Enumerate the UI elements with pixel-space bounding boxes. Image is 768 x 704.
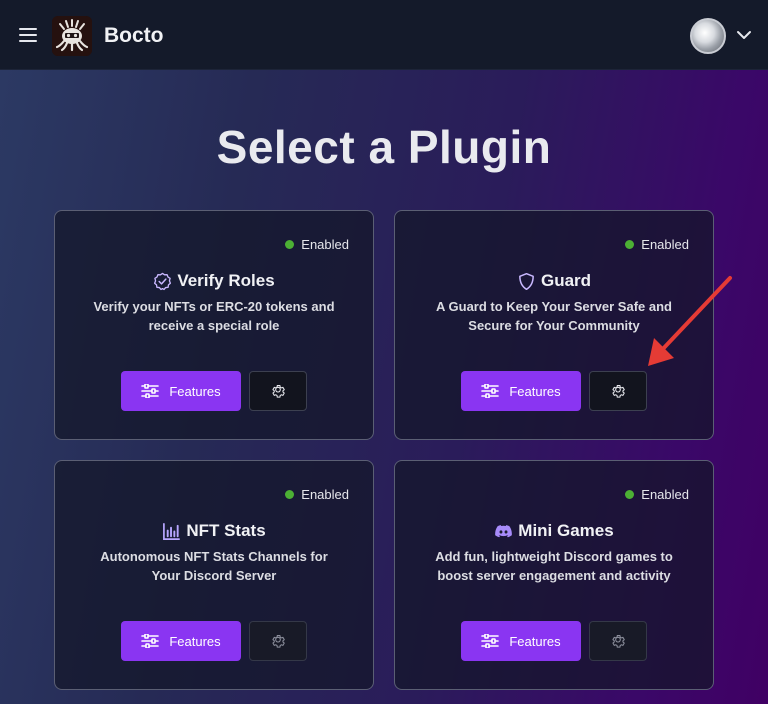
status-badge: Enabled [625,237,689,252]
features-button-label: Features [509,633,561,649]
hamburger-menu-icon[interactable] [19,28,37,42]
features-button-label: Features [169,383,221,399]
bar-chart-icon [163,522,181,540]
plugin-card-nft-stats: Enabled NFT Stats Autonomous NFT Stats C… [54,460,374,690]
sliders-icon [141,634,160,648]
check-badge-icon [154,272,172,290]
settings-button[interactable] [249,371,307,411]
gear-icon [272,385,285,398]
page-title: Select a Plugin [216,121,552,173]
status-dot [285,490,295,499]
plugin-description: Verify your NFTs or ERC-20 tokens and re… [93,299,335,333]
plugin-description: Add fun, lightweight Discord games to bo… [435,549,673,583]
plugin-title: Guard [395,271,713,291]
plugin-title: Verify Roles [55,271,373,291]
sliders-icon [481,384,500,398]
settings-button[interactable] [249,621,307,661]
plugin-title: NFT Stats [55,521,373,541]
status-dot [625,490,635,499]
features-button[interactable]: Features [121,621,241,661]
plugin-description: A Guard to Keep Your Server Safe and Sec… [436,299,672,333]
octopus-logo-icon [52,16,92,56]
status-badge: Enabled [285,237,349,252]
top-bar: Bocto [0,0,768,70]
plugin-name: NFT Stats [186,521,266,540]
gear-icon [612,385,625,398]
plugin-card-mini-games: Enabled Mini Games Add fun, lightweight … [394,460,714,690]
plugin-card-guard: Enabled Guard A Guard to Keep Your Serve… [394,210,714,440]
gear-icon [612,635,625,648]
discord-icon [495,524,513,537]
features-button-label: Features [169,633,221,649]
sliders-icon [481,634,500,648]
sliders-icon [141,384,160,398]
status-dot [625,240,635,249]
settings-button[interactable] [589,621,647,661]
status-dot [285,240,295,249]
bocto-logo[interactable] [52,16,92,56]
chevron-down-icon[interactable] [736,27,752,43]
shield-icon [519,272,534,290]
plugin-description: Autonomous NFT Stats Channels for Your D… [100,549,328,583]
settings-button[interactable] [589,371,647,411]
status-label: Enabled [641,487,689,502]
plugin-name: Mini Games [518,521,614,540]
plugin-name: Verify Roles [177,271,275,290]
user-avatar[interactable] [690,18,726,54]
features-button[interactable]: Features [461,621,581,661]
features-button[interactable]: Features [121,371,241,411]
plugin-title: Mini Games [395,521,713,541]
features-button-label: Features [509,383,561,399]
status-label: Enabled [641,237,689,252]
status-badge: Enabled [285,487,349,502]
plugin-card-verify-roles: Enabled Verify Roles Verify your NFTs or… [54,210,374,440]
gear-icon [272,635,285,648]
plugin-name: Guard [540,271,592,290]
status-label: Enabled [301,237,349,252]
features-button[interactable]: Features [461,371,581,411]
app-name: Bocto [104,24,164,47]
status-label: Enabled [301,487,349,502]
status-badge: Enabled [625,487,689,502]
